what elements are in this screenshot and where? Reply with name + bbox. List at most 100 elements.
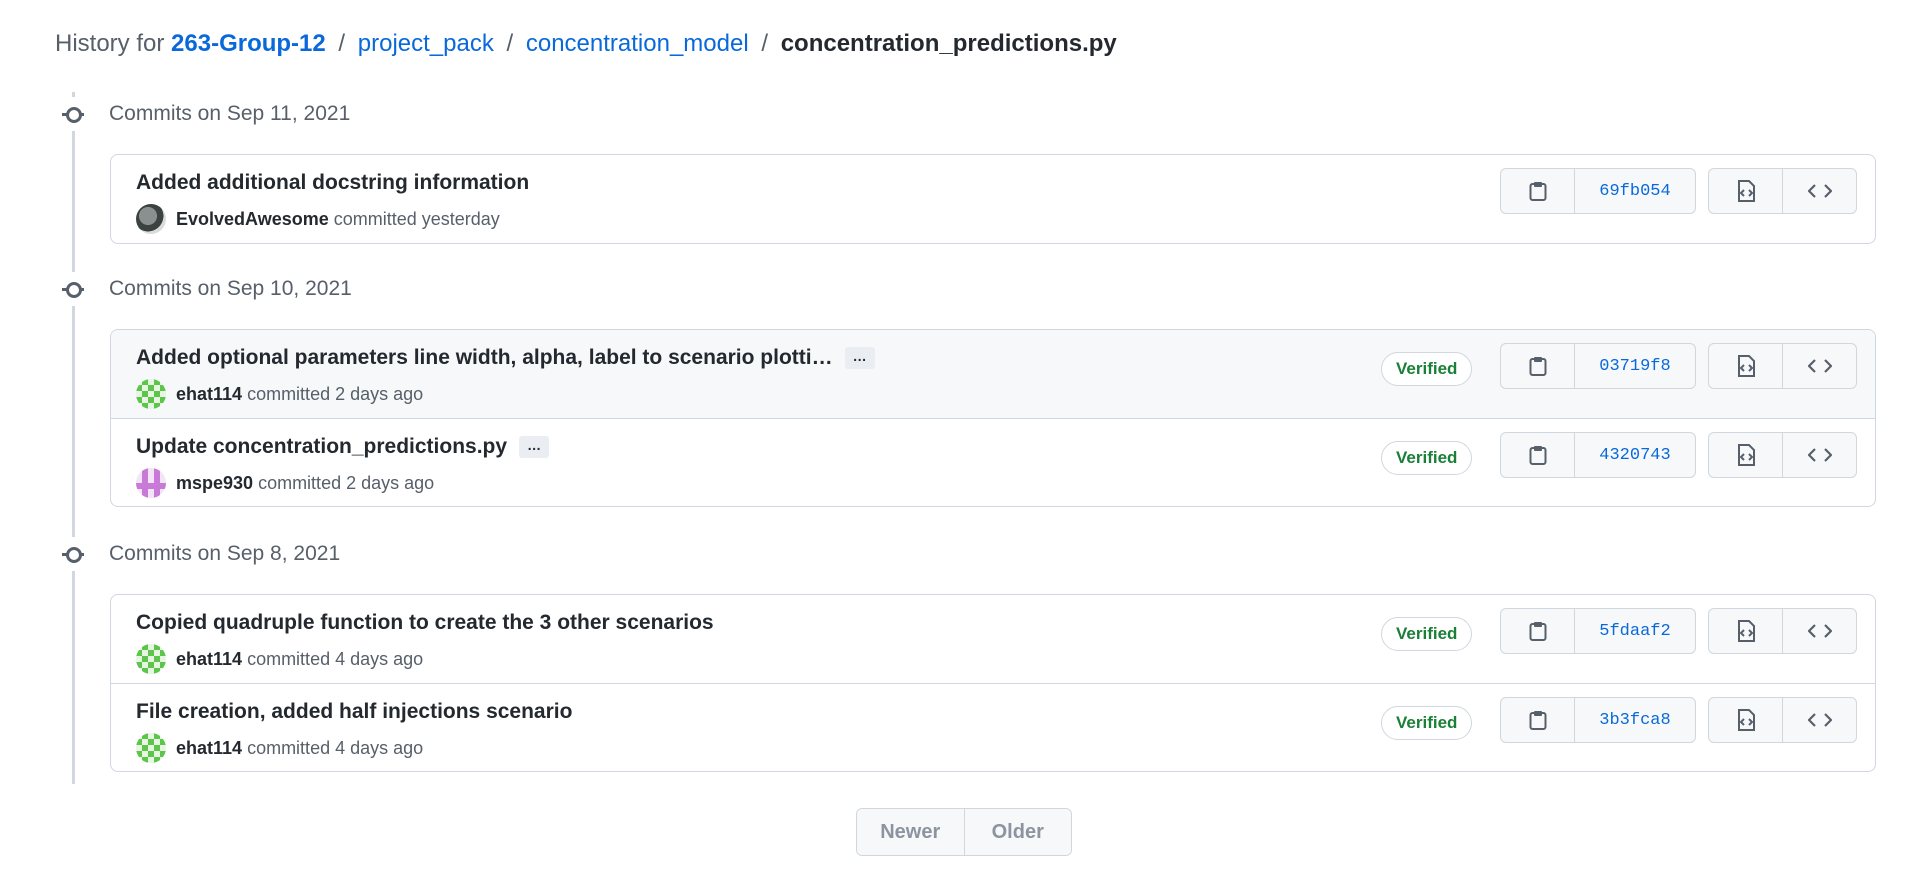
copy-sha-button[interactable] (1501, 609, 1575, 653)
commit-list: Added optional parameters line width, al… (110, 329, 1876, 507)
code-icon (1807, 184, 1832, 198)
browse-button-group (1708, 697, 1857, 743)
commit-list: Copied quadruple function to create the … (110, 594, 1876, 772)
commit-message-link[interactable]: Added optional parameters line width, al… (136, 346, 833, 370)
commit-row: Added optional parameters line width, al… (111, 330, 1875, 418)
expand-message-button[interactable]: … (519, 436, 550, 458)
current-file-name: concentration_predictions.py (780, 30, 1117, 57)
breadcrumb-separator: / (338, 30, 346, 57)
commit-row: File creation, added half injections sce… (111, 683, 1875, 771)
newer-button[interactable]: Newer (857, 809, 965, 855)
commit-row: Copied quadruple function to create the … (111, 595, 1875, 683)
clipboard-icon (1529, 446, 1546, 465)
avatar[interactable] (136, 379, 166, 409)
avatar[interactable] (136, 204, 166, 234)
browse-repo-at-commit-button[interactable] (1783, 609, 1856, 653)
copy-sha-button[interactable] (1501, 698, 1575, 742)
verified-badge[interactable]: Verified (1381, 441, 1473, 475)
commit-group-heading: Commits on Sep 10, 2021 (55, 272, 352, 306)
avatar[interactable] (136, 733, 166, 763)
commit-message-link[interactable]: File creation, added half injections sce… (136, 700, 572, 724)
code-icon (1807, 359, 1832, 373)
path-link-concentration-model[interactable]: concentration_model (526, 30, 749, 57)
commit-row: Added additional docstring information E… (111, 155, 1875, 243)
commit-group-heading: Commits on Sep 8, 2021 (55, 537, 340, 571)
commit-time: committed yesterday (333, 208, 500, 229)
view-file-at-commit-button[interactable] (1709, 433, 1783, 477)
commit-group-date: Commits on Sep 10, 2021 (109, 277, 352, 300)
commit-time: committed 4 days ago (247, 737, 424, 758)
clipboard-icon (1529, 357, 1546, 376)
commit-sha-link[interactable]: 5fdaaf2 (1575, 609, 1695, 653)
commit-group-date: Commits on Sep 11, 2021 (109, 102, 351, 125)
browse-button-group (1708, 608, 1857, 654)
code-icon (1807, 624, 1832, 638)
expand-message-button[interactable]: … (844, 347, 875, 369)
repo-link[interactable]: 263-Group-12 (171, 30, 326, 57)
commit-group-heading: Commits on Sep 11, 2021 (55, 97, 350, 131)
browse-button-group (1708, 432, 1857, 478)
browse-repo-at-commit-button[interactable] (1783, 169, 1856, 213)
avatar[interactable] (136, 644, 166, 674)
browse-repo-at-commit-button[interactable] (1783, 698, 1856, 742)
copy-sha-button[interactable] (1501, 169, 1575, 213)
sha-button-group: 69fb054 (1500, 168, 1696, 214)
file-code-icon (1737, 620, 1755, 642)
file-code-icon (1737, 180, 1755, 202)
commit-time: committed 4 days ago (247, 648, 424, 669)
copy-sha-button[interactable] (1501, 344, 1575, 388)
timeline-line (72, 92, 75, 784)
sha-button-group: 5fdaaf2 (1500, 608, 1696, 654)
verified-badge[interactable]: Verified (1381, 617, 1473, 651)
view-file-at-commit-button[interactable] (1709, 344, 1783, 388)
commit-author-link[interactable]: mspe930 (176, 473, 253, 494)
commit-message-link[interactable]: Update concentration_predictions.py (136, 435, 507, 459)
browse-button-group (1708, 168, 1857, 214)
code-icon (1807, 713, 1832, 727)
commit-list: Added additional docstring information E… (110, 154, 1876, 244)
commit-sha-link[interactable]: 3b3fca8 (1575, 698, 1695, 742)
file-code-icon (1737, 355, 1755, 377)
breadcrumb-separator: / (761, 30, 769, 57)
view-file-at-commit-button[interactable] (1709, 698, 1783, 742)
commit-time: committed 2 days ago (258, 472, 435, 493)
history-prefix: History for (55, 30, 165, 57)
sha-button-group: 4320743 (1500, 432, 1696, 478)
pagination: Newer Older (856, 808, 1072, 856)
commit-sha-link[interactable]: 4320743 (1575, 433, 1695, 477)
commit-author-link[interactable]: ehat114 (176, 738, 242, 759)
git-commit-icon (55, 272, 91, 306)
file-code-icon (1737, 444, 1755, 466)
commit-message-link[interactable]: Copied quadruple function to create the … (136, 611, 714, 635)
older-button[interactable]: Older (964, 809, 1071, 855)
browse-button-group (1708, 343, 1857, 389)
breadcrumb: History for 263-Group-12 / project_pack … (55, 30, 1117, 58)
sha-button-group: 3b3fca8 (1500, 697, 1696, 743)
commit-message-link[interactable]: Added additional docstring information (136, 171, 529, 195)
browse-repo-at-commit-button[interactable] (1783, 344, 1856, 388)
commit-sha-link[interactable]: 69fb054 (1575, 169, 1695, 213)
commit-group-date: Commits on Sep 8, 2021 (109, 542, 341, 565)
commit-sha-link[interactable]: 03719f8 (1575, 344, 1695, 388)
clipboard-icon (1529, 711, 1546, 730)
commit-author-link[interactable]: EvolvedAwesome (176, 209, 329, 230)
avatar[interactable] (136, 468, 166, 498)
commit-author-link[interactable]: ehat114 (176, 384, 242, 405)
clipboard-icon (1529, 622, 1546, 641)
copy-sha-button[interactable] (1501, 433, 1575, 477)
git-commit-icon (55, 537, 91, 571)
verified-badge[interactable]: Verified (1381, 706, 1473, 740)
git-commit-icon (55, 97, 91, 131)
view-file-at-commit-button[interactable] (1709, 169, 1783, 213)
verified-badge[interactable]: Verified (1381, 352, 1473, 386)
commit-time: committed 2 days ago (247, 383, 424, 404)
browse-repo-at-commit-button[interactable] (1783, 433, 1856, 477)
clipboard-icon (1529, 182, 1546, 201)
file-code-icon (1737, 709, 1755, 731)
sha-button-group: 03719f8 (1500, 343, 1696, 389)
commit-author-link[interactable]: ehat114 (176, 649, 242, 670)
path-link-project-pack[interactable]: project_pack (358, 30, 494, 57)
view-file-at-commit-button[interactable] (1709, 609, 1783, 653)
commit-row: Update concentration_predictions.py … ms… (111, 418, 1875, 506)
breadcrumb-separator: / (506, 30, 514, 57)
